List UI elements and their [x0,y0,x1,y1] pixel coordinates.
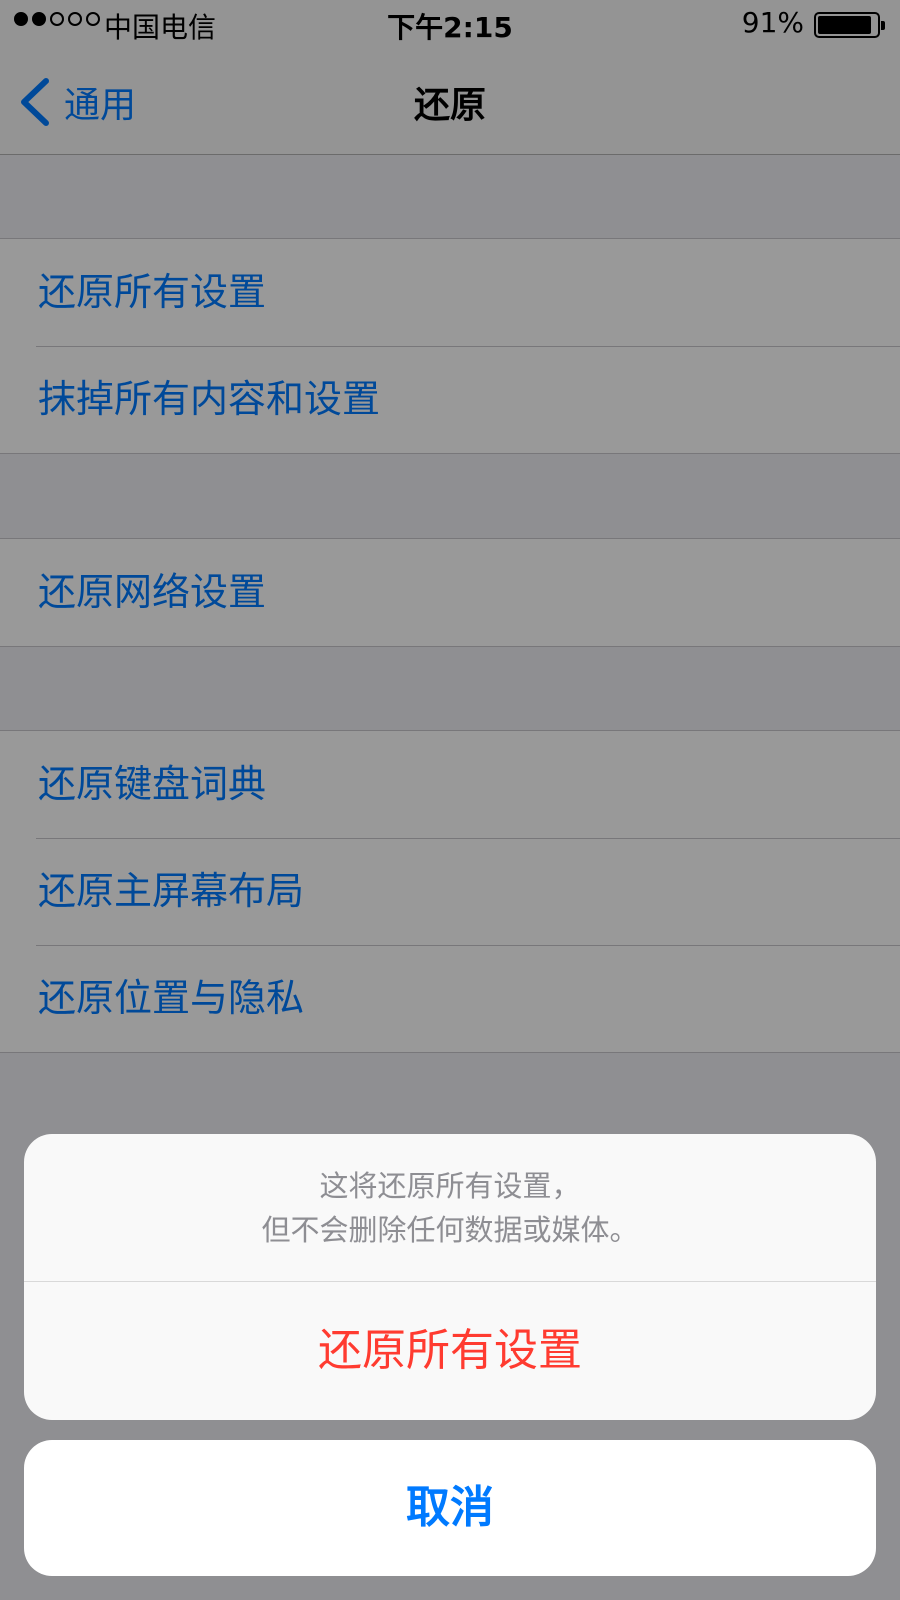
action-sheet-message-line-2: 但不会删除任何数据或媒体。 [261,1213,639,1247]
watermark-logo: Baidu经验 [677,1518,862,1558]
baidu-watermark: Baidu经验 jingyan.baidu.com [678,1510,862,1575]
action-sheet-message-line-1: 这将还原所有设置， [319,1169,581,1203]
watermark-url: jingyan.baidu.com [723,1557,862,1575]
action-sheet: 这将还原所有设置， 但不会删除任何数据或媒体。 还原所有设置 [24,1134,876,1420]
action-sheet-message: 这将还原所有设置， 但不会删除任何数据或媒体。 [24,1134,876,1282]
confirm-reset-all-settings-button[interactable]: 还原所有设置 [24,1282,876,1420]
